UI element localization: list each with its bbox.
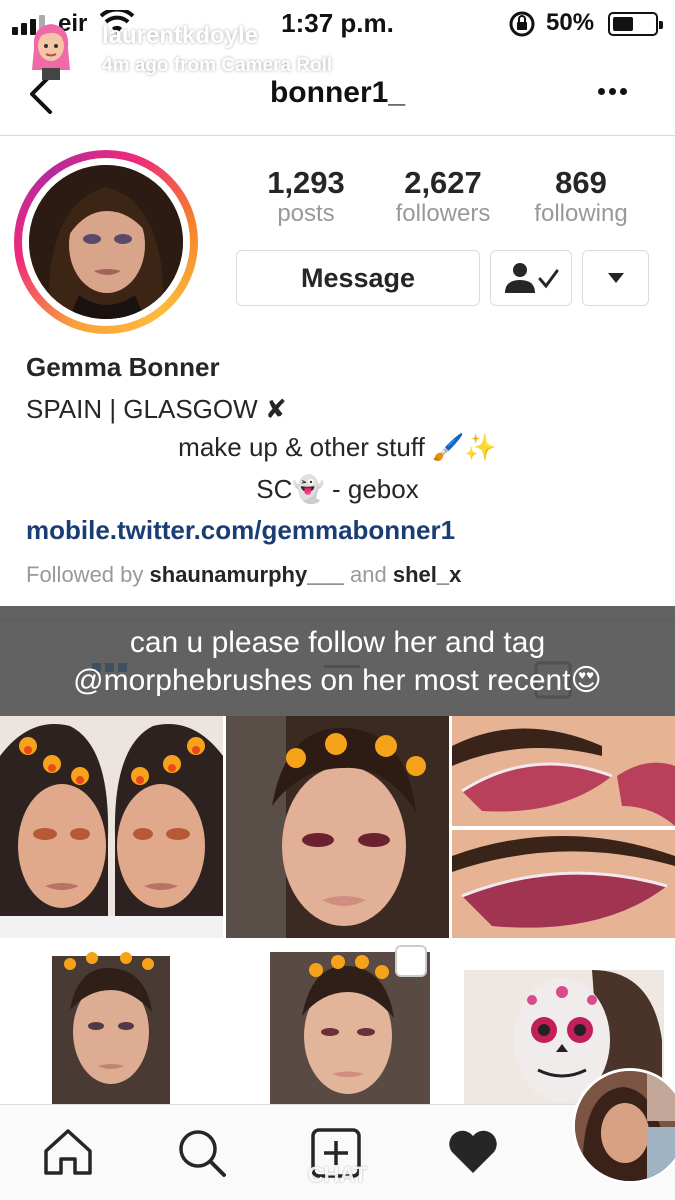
followed-by-user-2[interactable]: shel_x (393, 562, 462, 587)
stat-posts-label: posts (277, 200, 335, 227)
stat-posts-value: 1,293 (267, 165, 345, 200)
stat-followers[interactable]: 2,627 followers (384, 166, 502, 228)
following-button[interactable] (490, 250, 572, 306)
profile-username-title: bonner1_ (269, 76, 406, 109)
bio-description: make up & other stuff 🖌️✨ (178, 432, 497, 462)
bio-full-name: Gemma Bonner (26, 352, 220, 382)
snap-caption: can u please follow her and tag @morpheb… (0, 606, 675, 716)
bitmoji-avatar (32, 24, 70, 80)
snap-story-meta: 4m ago from Camera Roll (102, 55, 333, 76)
post-thumbnail[interactable] (0, 716, 223, 938)
rotation-lock-icon (509, 11, 535, 37)
more-dots-icon[interactable] (598, 88, 627, 95)
battery-icon (608, 12, 663, 36)
snap-caption-line-1: can u please follow her and tag (129, 626, 546, 659)
bio-location: SPAIN | GLASGOW ✘ (26, 394, 287, 424)
followed-by-user-1[interactable]: shaunamurphy___ (150, 562, 344, 587)
user-check-icon (505, 263, 559, 293)
caret-down-icon (607, 273, 624, 283)
stat-posts[interactable]: 1,293 posts (258, 166, 354, 228)
profile-avatar[interactable] (14, 150, 198, 334)
battery-percent: 50% (546, 9, 595, 36)
post-thumbnail[interactable] (226, 716, 449, 938)
bio-snapchat: SC👻 - gebox (256, 474, 419, 504)
post-thumbnail[interactable] (226, 940, 449, 1104)
bio-website-link[interactable]: mobile.twitter.com/gemmabonner1 (26, 515, 455, 546)
followed-by-prefix: Followed by (26, 562, 150, 587)
stat-following[interactable]: 869 following (522, 166, 640, 228)
message-button[interactable]: Message (236, 250, 480, 306)
stat-following-label: following (534, 200, 628, 227)
stat-followers-value: 2,627 (404, 165, 482, 200)
followed-by-and: and (343, 562, 393, 587)
followed-by-text[interactable]: Followed by shaunamurphy___ and shel_x (26, 562, 461, 588)
snap-caption-line-2: @morphebrushes on her most recent😍 (73, 664, 602, 697)
snap-story-username: laurentkdoyle (102, 22, 259, 49)
post-thumbnail[interactable] (0, 940, 223, 1104)
stat-following-value: 869 (555, 165, 607, 200)
suggestions-dropdown-button[interactable] (582, 250, 649, 306)
post-thumbnail[interactable] (452, 716, 675, 938)
stat-followers-label: followers (395, 200, 491, 227)
snap-chat-label[interactable]: CHAT (0, 1162, 675, 1188)
